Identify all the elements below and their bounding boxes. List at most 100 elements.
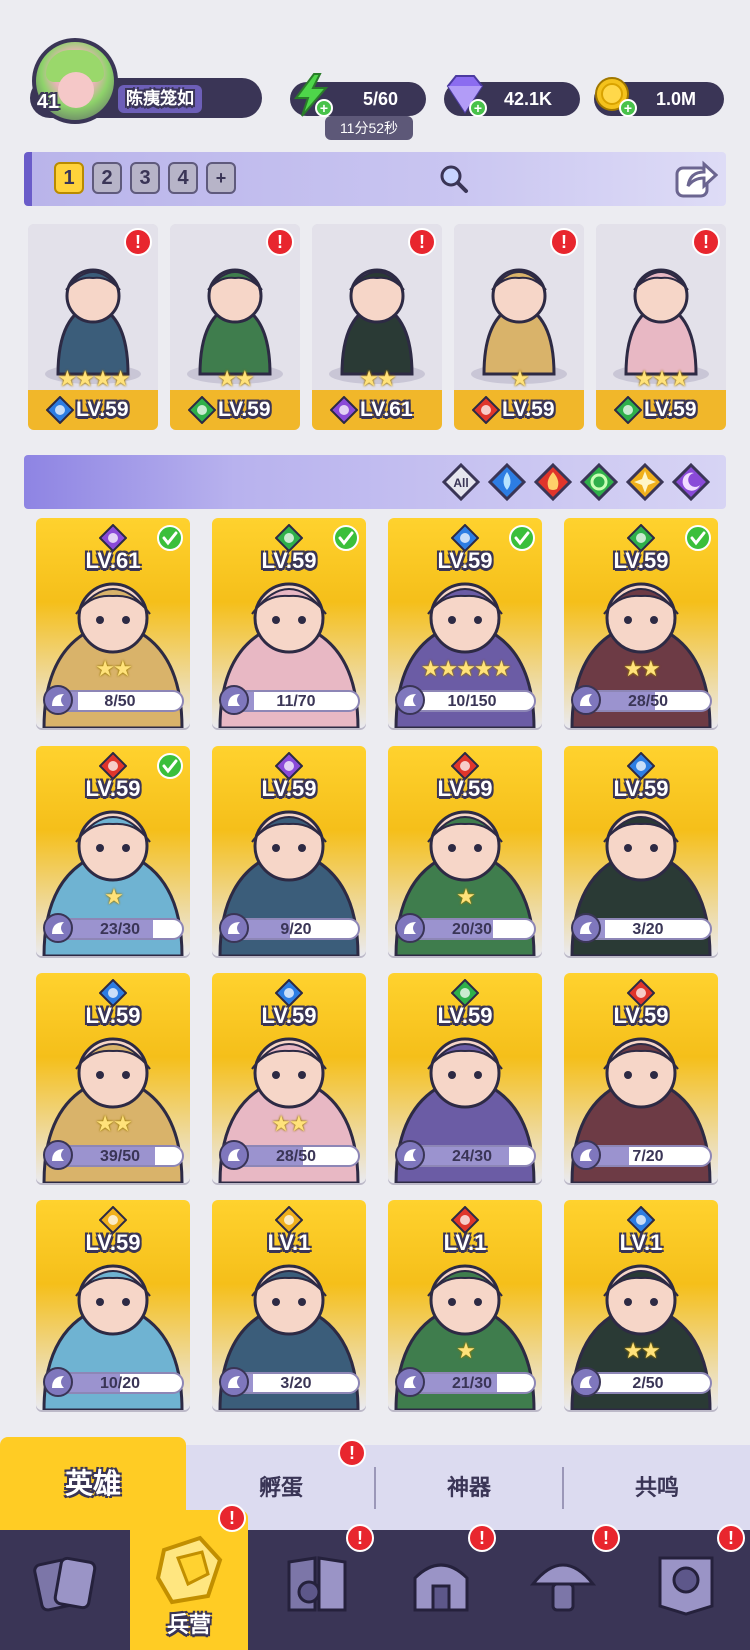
team-add-button[interactable]: + <box>206 162 236 194</box>
hero-stars: ★★ <box>359 366 396 391</box>
shard-count: 21/30 <box>451 1375 493 1392</box>
hero-stars: ★★ <box>217 366 254 391</box>
hero-card[interactable]: LV.59 11/70 <box>212 518 366 728</box>
shard-count: 39/50 <box>99 1148 141 1165</box>
shard-count: 3/20 <box>280 1375 312 1392</box>
nav-banner-alert-icon: ! <box>717 1524 745 1552</box>
hero-card[interactable]: LV.1 ★★ 2/50 <box>564 1200 718 1410</box>
filter-dark-icon[interactable] <box>672 463 710 501</box>
filter-water-icon[interactable] <box>488 463 526 501</box>
hero-stars: ★ <box>456 884 476 909</box>
shard-icon <box>43 913 73 943</box>
hero-card[interactable]: LV.59 7/20 <box>564 973 718 1183</box>
shard-icon <box>395 1140 425 1170</box>
book-icon <box>287 1556 347 1612</box>
team-tab-4[interactable]: 4 <box>168 162 198 194</box>
shard-count: 23/30 <box>99 921 141 938</box>
energy-value: 5/60 <box>362 89 398 109</box>
filter-fire-icon[interactable] <box>534 463 572 501</box>
hero-card[interactable]: LV.59 ★ 20/30 <box>388 746 542 956</box>
hero-card[interactable]: LV.59 ★★ 39/50 <box>36 973 190 1183</box>
fire-element-icon <box>472 396 500 424</box>
hero-card[interactable]: LV.59 ★★ 28/50 <box>212 973 366 1183</box>
shard-progress-bar: 21/30 <box>408 1372 536 1394</box>
shard-icon <box>43 1367 73 1397</box>
hero-alert-icon: ! <box>550 228 578 256</box>
nav-castle-alert-icon: ! <box>468 1524 496 1552</box>
shard-progress-bar: 39/50 <box>56 1145 184 1167</box>
castle-icon <box>413 1563 469 1612</box>
shard-icon <box>571 1367 601 1397</box>
filter-nature-icon[interactable] <box>580 463 618 501</box>
hero-card[interactable]: LV.59 ★★★★★ 10/150 <box>388 518 542 728</box>
hero-card[interactable]: LV.59 24/30 <box>388 973 542 1183</box>
shard-count: 28/50 <box>275 1148 317 1165</box>
svg-text:+: + <box>474 100 482 116</box>
team-hero-card[interactable]: ★★ LV.61 ! <box>312 224 442 430</box>
hero-stars: ★ <box>104 884 124 909</box>
shard-icon <box>219 685 249 715</box>
nav-book[interactable]: ! <box>256 1524 376 1650</box>
team-hero-card[interactable]: ★★★★ LV.59 ! <box>28 224 158 430</box>
gems-value: 42.1K <box>503 89 552 109</box>
filter-all-icon[interactable]: All <box>442 463 480 501</box>
hero-stars: ★ <box>456 1338 476 1363</box>
hero-stars: ★★★★★ <box>420 656 512 681</box>
team-hero-card[interactable]: ★ LV.59 ! <box>454 224 584 430</box>
hero-stars: ★★ <box>95 656 132 681</box>
hero-level: LV.1 <box>443 1230 487 1255</box>
hero-card[interactable]: LV.1 ★ 21/30 <box>388 1200 542 1410</box>
shard-progress-bar: 11/70 <box>232 690 360 712</box>
nav-banner[interactable]: ! <box>625 1524 745 1650</box>
shard-icon <box>395 1367 425 1397</box>
team-tab-1[interactable]: 1 <box>54 162 84 194</box>
hero-level: LV.59 <box>613 548 669 573</box>
lightning-icon: + <box>294 73 333 117</box>
shard-progress-bar: 10/150 <box>408 690 536 712</box>
player-name: 陈痍笼如 <box>118 85 202 113</box>
shard-count: 3/20 <box>632 921 664 938</box>
svg-text:+: + <box>320 100 328 116</box>
section-tabs: 英雄 孵蛋 ! 神器 共鸣 <box>0 1437 750 1530</box>
hero-level: LV.59 <box>85 776 141 801</box>
hero-card[interactable]: LV.59 9/20 <box>212 746 366 956</box>
hero-stars: ★ <box>510 366 530 391</box>
filter-light-icon[interactable] <box>626 463 664 501</box>
hero-level: LV.59 <box>218 398 271 421</box>
hero-level: LV.59 <box>613 1003 669 1028</box>
team-hero-card[interactable]: ★★ LV.59 ! <box>170 224 300 430</box>
hero-level: LV.59 <box>261 1003 317 1028</box>
nav-book-alert-icon: ! <box>346 1524 374 1552</box>
shard-count: 28/50 <box>627 693 669 710</box>
svg-text:+: + <box>624 100 632 116</box>
mushroom-icon <box>529 1563 597 1612</box>
shard-count: 24/30 <box>451 1148 493 1165</box>
shard-progress-bar: 20/30 <box>408 918 536 940</box>
search-icon[interactable] <box>437 162 471 196</box>
hero-card[interactable]: LV.59 ★★ 28/50 <box>564 518 718 728</box>
tab-artifact[interactable]: 神器 <box>376 1445 562 1530</box>
hero-card[interactable]: LV.59 10/20 <box>36 1200 190 1410</box>
shard-icon <box>219 1140 249 1170</box>
filter-all-label: All <box>453 476 468 490</box>
team-tab-3[interactable]: 3 <box>130 162 160 194</box>
hero-card[interactable]: LV.1 3/20 <box>212 1200 366 1410</box>
hero-card[interactable]: LV.61 ★★ 8/50 <box>36 518 190 728</box>
shard-icon <box>219 913 249 943</box>
nav-mushroom-alert-icon: ! <box>592 1524 620 1552</box>
team-hero-card[interactable]: ★★★ LV.59 ! <box>596 224 726 430</box>
hero-level: LV.59 <box>437 548 493 573</box>
hero-card[interactable]: LV.59 3/20 <box>564 746 718 956</box>
element-filter-bar: All <box>24 455 726 509</box>
nav-castle[interactable]: ! <box>380 1524 500 1650</box>
shard-count: 8/50 <box>104 693 136 710</box>
hero-card[interactable]: LV.59 ★ 23/30 <box>36 746 190 956</box>
nav-barracks-alert-icon: ! <box>218 1504 246 1532</box>
hero-level: LV.59 <box>261 548 317 573</box>
nav-mushroom[interactable]: ! <box>502 1524 622 1650</box>
hero-alert-icon: ! <box>266 228 294 256</box>
share-icon[interactable] <box>674 158 718 200</box>
nav-cards[interactable] <box>5 1530 125 1650</box>
team-tab-2[interactable]: 2 <box>92 162 122 194</box>
tab-resonance[interactable]: 共鸣 <box>564 1445 750 1530</box>
